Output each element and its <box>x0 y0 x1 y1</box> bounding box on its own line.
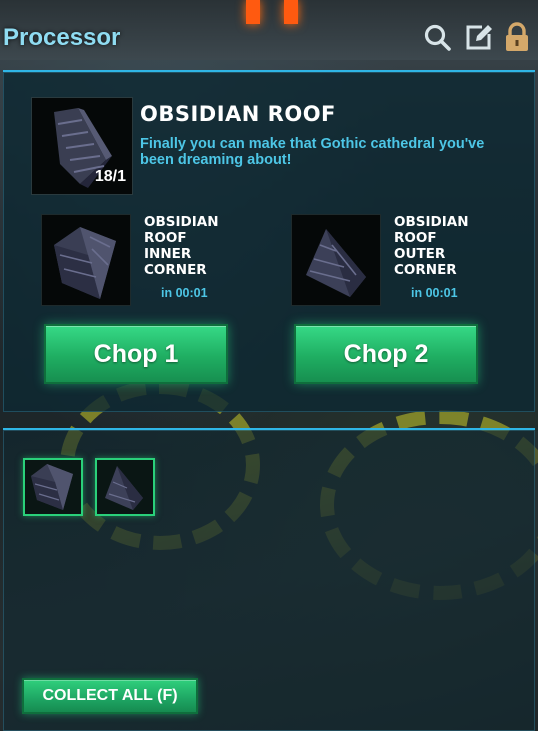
recipe-name: OBSIDIAN ROOF OUTER CORNER <box>394 214 469 278</box>
item-count: 18/1 <box>94 168 126 185</box>
chop-2-button[interactable]: Chop 2 <box>294 324 478 384</box>
obsidian-roof-outer-corner-icon <box>306 229 366 297</box>
recipe-outer-corner: OBSIDIAN ROOF OUTER CORNER in 00:01 <box>291 214 521 314</box>
chop-1-button[interactable]: Chop 1 <box>44 324 228 384</box>
obsidian-roof-inner-corner-icon <box>54 227 116 299</box>
item-thumbnail: 18/1 <box>31 97 133 195</box>
output-slot-inner-corner[interactable] <box>23 458 83 516</box>
lock-icon[interactable] <box>502 22 532 52</box>
item-description: Finally you can make that Gothic cathedr… <box>140 136 485 168</box>
recipe-thumbnail <box>41 214 131 306</box>
recipe-inner-corner: OBSIDIAN ROOF INNER CORNER in 00:01 <box>41 214 271 314</box>
recipe-thumbnail <box>291 214 381 306</box>
output-slot-outer-corner[interactable] <box>95 458 155 516</box>
collect-all-button[interactable]: COLLECT ALL (F) <box>22 678 198 714</box>
search-icon[interactable] <box>422 22 452 52</box>
edit-icon[interactable] <box>464 22 494 52</box>
item-name: OBSIDIAN ROOF <box>140 102 336 126</box>
recipe-time: in 00:01 <box>161 286 208 300</box>
recipe-time: in 00:01 <box>411 286 458 300</box>
obsidian-roof-outer-corner-icon <box>105 466 143 510</box>
processor-recipe-panel: 18/1 OBSIDIAN ROOF Finally you can make … <box>3 70 535 412</box>
window-title: Processor <box>3 24 121 51</box>
window-header: Processor <box>0 0 538 72</box>
obsidian-roof-inner-corner-icon <box>31 464 73 510</box>
recipe-name: OBSIDIAN ROOF INNER CORNER <box>144 214 219 278</box>
